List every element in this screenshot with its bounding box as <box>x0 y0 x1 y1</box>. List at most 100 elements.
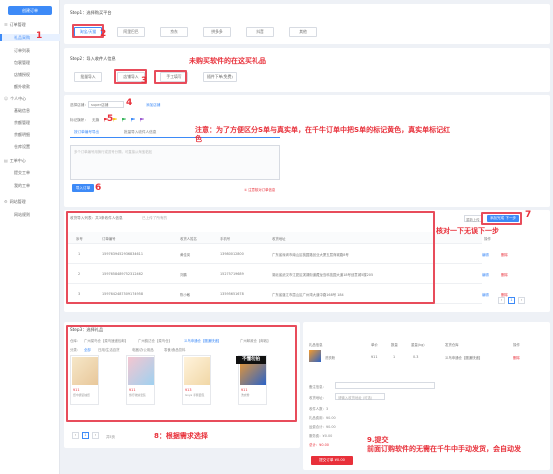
import-batch-option[interactable]: 批量导入 <box>74 72 102 82</box>
annotation-number-6: 6 <box>95 183 102 193</box>
col-weight: 重量(kg) <box>411 343 425 347</box>
highlight-box-table <box>66 211 435 304</box>
summary-item-qty: 1 <box>393 355 396 359</box>
platform-jd[interactable]: 京东 <box>160 27 188 37</box>
col-qty: 数量 <box>391 343 398 347</box>
sidebar-item-balance-detail[interactable]: 余额明细 <box>14 132 30 138</box>
nav-group-site[interactable]: ⚙ 网站管理 <box>4 199 26 205</box>
import-orders-button[interactable]: 导入订单 <box>72 184 94 192</box>
create-order-button[interactable]: 创建订单 <box>8 6 52 15</box>
receive-select[interactable]: 请输入收货地址 (可选) <box>335 393 385 400</box>
receive-select-value: 请输入收货地址 (可选) <box>338 396 373 400</box>
summary-item-name: 洗衣粉 <box>325 356 336 360</box>
annotation-submit-note: 9.提交 前面订购软件的无需在千牛中手动发货，会自动发 <box>367 436 521 453</box>
table-page-prev[interactable]: ‹ <box>498 297 505 304</box>
plugin-order-option[interactable]: 插件下单(免费) <box>203 72 237 82</box>
step1-title: Step1：选择购买平台 <box>70 10 112 15</box>
platform-pdd[interactable]: 拼多多 <box>203 27 231 37</box>
table-page-current[interactable]: 1 <box>508 297 515 304</box>
edit-link[interactable]: 编辑 <box>482 272 489 277</box>
flag-purple-icon[interactable] <box>140 118 144 122</box>
annotation-gift-note: 未购买软件的在这买礼品 <box>189 57 266 65</box>
platform-douyin[interactable]: 抖音 <box>246 27 274 37</box>
textarea-placeholder: 多个订单编号用换行或逗号分隔，可直接从淘宝粘贴 <box>74 150 152 154</box>
gift-page-total: 共5页 <box>106 435 115 439</box>
summary-delete-link[interactable]: 删除 <box>513 355 520 360</box>
sidebar-item-warehouse[interactable]: 仓库设置 <box>14 144 30 150</box>
annotation-number-7: 7 <box>525 210 532 220</box>
edit-link[interactable]: 编辑 <box>482 252 489 257</box>
nav-group-personal[interactable]: ☺ 个人中心 <box>4 96 26 102</box>
sidebar-item-extra-pay[interactable]: 额外收款 <box>14 84 30 90</box>
delete-link[interactable]: 删除 <box>501 252 508 257</box>
highlight-box-manual <box>154 70 187 84</box>
flag-yellow-icon[interactable] <box>113 118 117 122</box>
sidebar-item-my-tickets[interactable]: 我的工单 <box>14 183 30 189</box>
import-hint: ① 注意核对订单信息 <box>244 188 276 192</box>
sidebar-item-packages[interactable]: 包裹管理 <box>14 60 30 66</box>
delete-link[interactable]: 删除 <box>501 272 508 277</box>
fee-service: 服务费：¥0.00 <box>309 434 333 438</box>
summary-item-price: ¥11 <box>371 355 378 359</box>
note-label: 备注信息： <box>309 385 326 389</box>
flag-none-option[interactable]: 无旗 <box>92 118 99 123</box>
fee-total: 总计：¥0.00 <box>309 443 329 447</box>
sidebar-item-gift-purchase[interactable]: 礼品采购 <box>14 35 30 41</box>
gift-page-next[interactable]: › <box>92 432 99 439</box>
summary-product-image <box>309 350 321 362</box>
nav-group-tickets[interactable]: ▤ 工单中心 <box>4 158 26 164</box>
annotation-number-4: 4 <box>126 98 133 108</box>
reupload-button[interactable]: 重新上传 <box>464 215 482 222</box>
order-numbers-textarea[interactable]: 多个订单编号用换行或逗号分隔，可直接从淘宝粘贴 <box>70 145 280 180</box>
shop-select[interactable]: super店铺 <box>88 101 124 108</box>
platform-alibaba[interactable]: 阿里巴巴 <box>117 27 145 37</box>
flag-blue-icon[interactable] <box>131 118 135 122</box>
gift-page-prev[interactable]: ‹ <box>72 432 79 439</box>
highlight-box-next <box>481 212 522 225</box>
receive-label: 收货地址： <box>309 396 326 400</box>
annotation-number-2: 2 <box>100 29 107 39</box>
nav-group-orders[interactable]: ☰ 订单管理 <box>4 22 26 28</box>
shop-import-panel: 选择店铺： super店铺 添加店铺 标记旗帜： 无旗 按订单编号导出 批量导入… <box>64 95 550 207</box>
summary-item-warehouse: 义乌申通仓【圆通快递】 <box>445 356 483 360</box>
gift-summary-table: 礼品信息 单价 数量 重量(kg) 发货仓库 操作 洗衣粉 ¥11 1 0.3 … <box>307 342 543 368</box>
sidebar-item-basic-info[interactable]: 基础信息 <box>14 108 30 114</box>
sidebar-item-site-rules[interactable]: 网站规则 <box>14 212 30 218</box>
col-gift-info: 礼品信息 <box>309 343 323 347</box>
sidebar: 创建订单 ☰ 订单管理 礼品采购 订单列表 包裹管理 店铺授权 额外收款 ☺ 个人中… <box>0 0 60 474</box>
step2-title: Step2：导入收件人信息 <box>70 56 116 61</box>
col-warehouse: 发货仓库 <box>445 343 459 347</box>
platform-other[interactable]: 其他 <box>289 27 317 37</box>
table-page-next[interactable]: › <box>518 297 525 304</box>
sidebar-item-submit-ticket[interactable]: 提交工单 <box>14 170 30 176</box>
ticket-icon: ▤ <box>4 158 8 163</box>
col-price: 单价 <box>371 343 378 347</box>
tab-order-export[interactable]: 按订单编号导出 <box>74 130 99 135</box>
edit-link[interactable]: 编辑 <box>482 292 489 297</box>
summary-item-weight: 0.3 <box>413 355 419 359</box>
sidebar-item-order-list[interactable]: 订单列表 <box>14 48 30 54</box>
shop-select-value: super店铺 <box>91 103 109 107</box>
tab-batch-import[interactable]: 批量导入收件人信息 <box>124 130 156 135</box>
add-shop-link[interactable]: 添加店铺 <box>146 103 160 108</box>
annotation-number-1: 1 <box>36 31 43 41</box>
gear-icon: ⚙ <box>4 199 8 204</box>
sidebar-item-shop-auth[interactable]: 店铺授权 <box>14 72 30 78</box>
flag-label: 标记旗帜： <box>70 118 88 122</box>
submit-order-button[interactable]: 提交订单 ¥0.00 <box>311 456 353 465</box>
annotation-flag-note: 注意：为了方便区分S单与真实单，在千牛订单中把S单的标记黄色，真实单标记红色 <box>195 126 451 143</box>
fee-recipients: 收件人数：3 <box>309 407 329 411</box>
annotation-verify-note: 核对一下无误下一步 <box>436 227 499 235</box>
nav-active-highlight <box>0 34 60 41</box>
sidebar-item-balance[interactable]: 余额管理 <box>14 120 30 126</box>
flag-green-icon[interactable] <box>122 118 126 122</box>
col-action: 操作 <box>513 343 520 347</box>
annotation-number-3: 3 <box>141 76 148 86</box>
fee-shipping: 运费合计：¥0.00 <box>309 425 336 429</box>
col-action: 操作 <box>484 237 491 241</box>
annotation-number-5: 5 <box>107 114 114 124</box>
gift-page-current[interactable]: 1 <box>82 432 89 439</box>
user-icon: ☺ <box>4 96 9 101</box>
list-icon: ☰ <box>4 22 8 27</box>
note-input[interactable] <box>335 382 435 389</box>
